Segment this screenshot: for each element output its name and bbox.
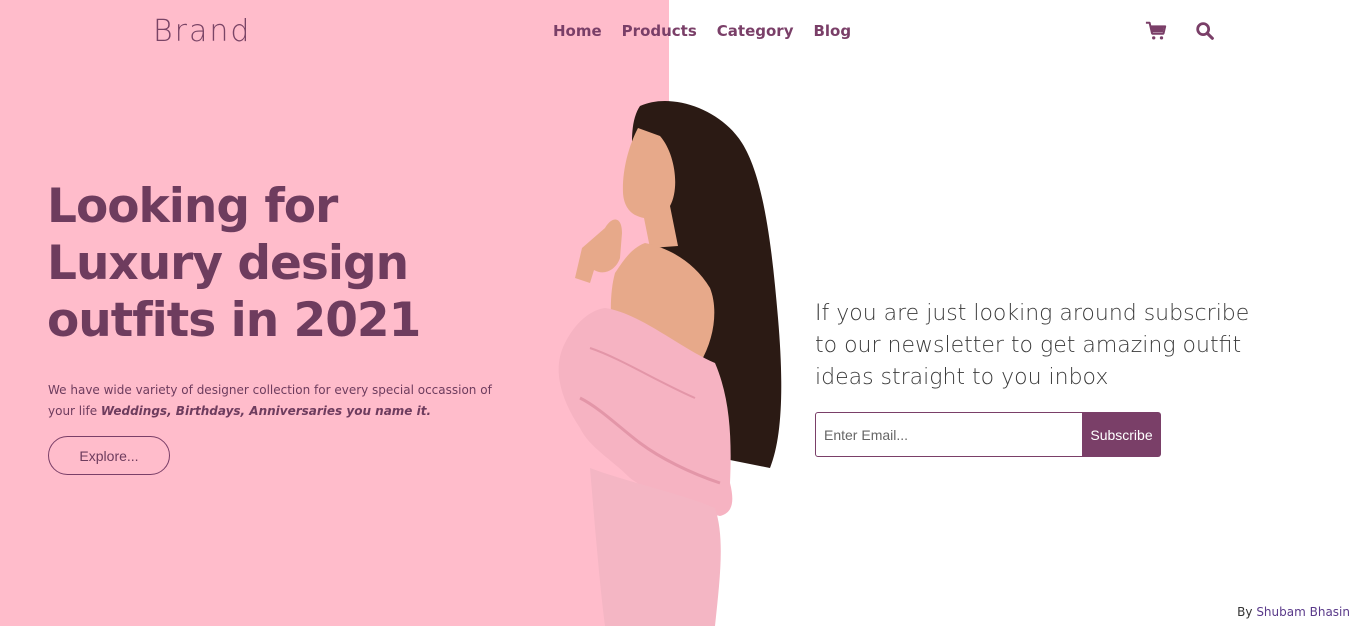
brand-logo[interactable]: Brand bbox=[153, 14, 251, 49]
explore-button[interactable]: Explore... bbox=[48, 436, 170, 475]
model-image bbox=[558, 100, 782, 626]
author-credit: By Shubam Bhasin bbox=[1237, 605, 1350, 619]
main-nav: Home Products Category Blog bbox=[553, 22, 851, 40]
nav-products[interactable]: Products bbox=[622, 22, 697, 40]
author-link[interactable]: Shubam Bhasin bbox=[1256, 605, 1350, 619]
nav-category[interactable]: Category bbox=[717, 22, 794, 40]
email-input[interactable] bbox=[815, 412, 1083, 457]
hero-title: Looking for Luxury design outfits in 202… bbox=[47, 179, 421, 348]
nav-home[interactable]: Home bbox=[553, 22, 602, 40]
credit-by: By bbox=[1237, 605, 1257, 619]
cart-icon[interactable] bbox=[1145, 20, 1167, 42]
subscribe-button[interactable]: Subscribe bbox=[1082, 412, 1161, 457]
nav-blog[interactable]: Blog bbox=[813, 22, 851, 40]
hero-description-emphasis: Weddings, Birthdays, Anniversaries you n… bbox=[100, 404, 432, 418]
newsletter-text: If you are just looking around subscribe… bbox=[815, 301, 1250, 390]
search-icon[interactable] bbox=[1194, 20, 1216, 42]
hero-description: We have wide variety of designer collect… bbox=[48, 380, 498, 422]
